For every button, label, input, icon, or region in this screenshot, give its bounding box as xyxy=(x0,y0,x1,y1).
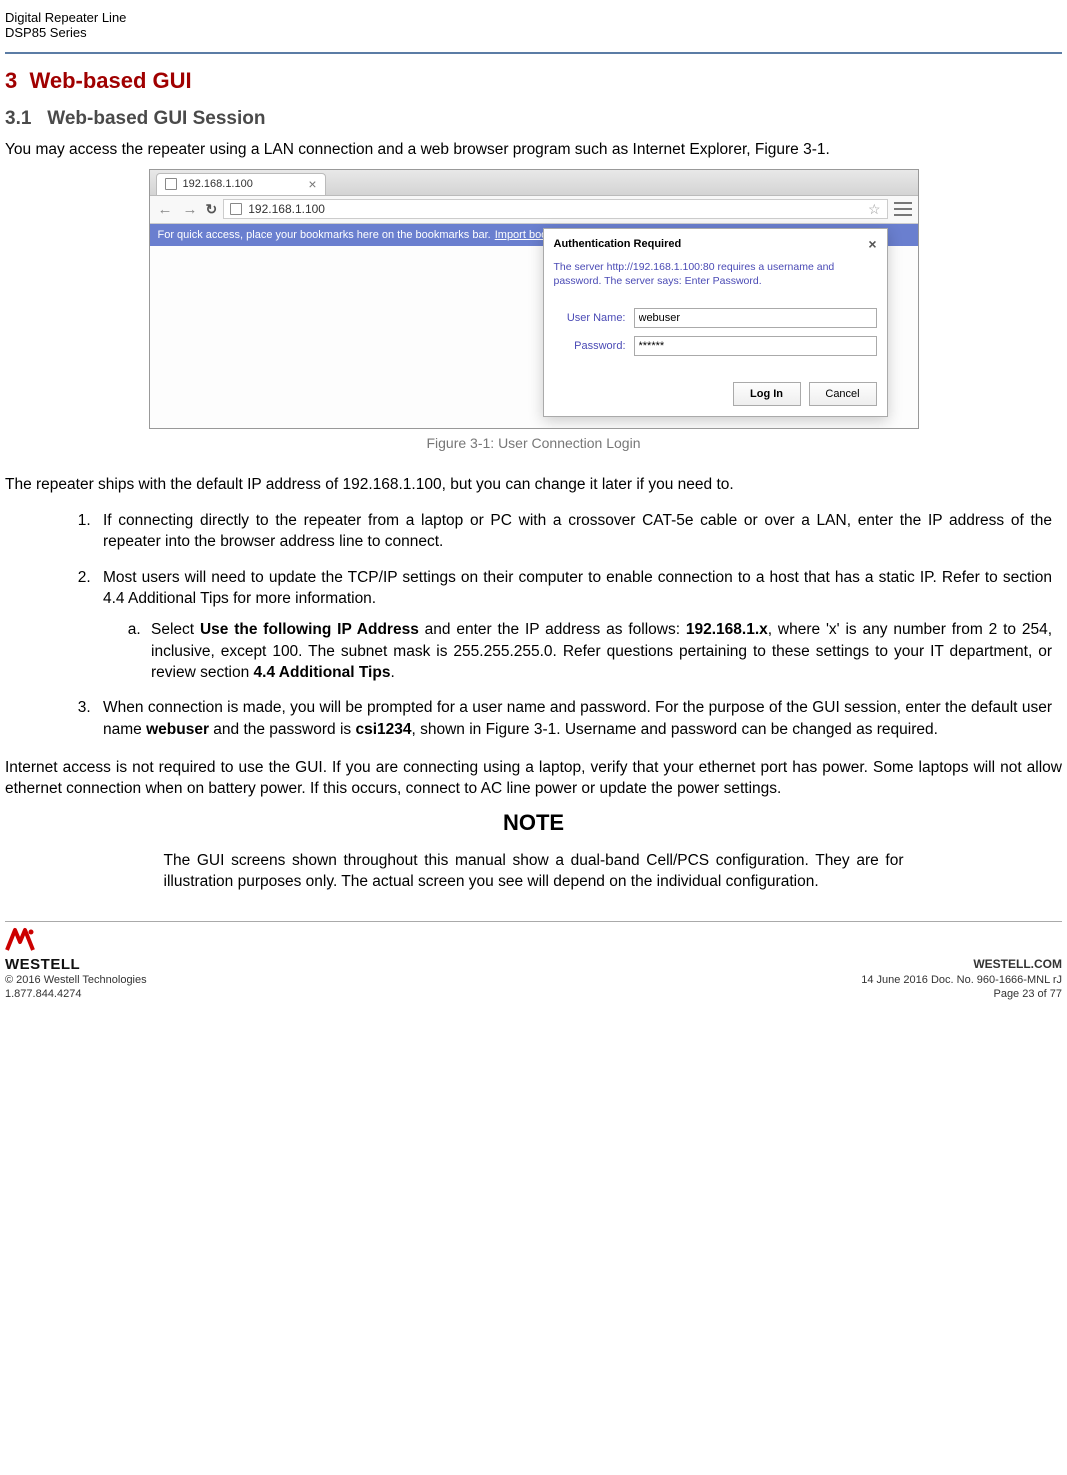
reload-icon[interactable]: ↻ xyxy=(206,201,218,218)
auth-buttons: Log In Cancel xyxy=(544,374,887,416)
note-title: NOTE xyxy=(5,810,1062,836)
logo-block: WESTELL xyxy=(5,926,147,973)
header-line-2: DSP85 Series xyxy=(5,25,1062,40)
h2-title: Web-based GUI Session xyxy=(47,108,265,129)
auth-title-row: Authentication Required × xyxy=(544,229,887,257)
header-line-1: Digital Repeater Line xyxy=(5,10,1062,25)
footer-site: WESTELL.COM xyxy=(861,957,1062,973)
page-header: Digital Repeater Line DSP85 Series xyxy=(5,10,1062,48)
list-item-2-text: Most users will need to update the TCP/I… xyxy=(103,569,1052,607)
login-button[interactable]: Log In xyxy=(733,382,801,406)
browser-nav-row: ← → ↻ 192.168.1.100 ☆ xyxy=(150,196,918,224)
footer-left: WESTELL © 2016 Westell Technologies 1.87… xyxy=(5,926,147,1002)
auth-close-icon[interactable]: × xyxy=(868,237,876,251)
li3-b2: csi1234 xyxy=(355,721,411,738)
auth-form: User Name: Password: xyxy=(544,294,887,374)
header-divider xyxy=(5,52,1062,54)
username-input[interactable] xyxy=(634,308,877,328)
tab-title: 192.168.1.100 xyxy=(183,178,253,190)
back-arrow-icon[interactable]: ← xyxy=(156,201,175,218)
bookmarks-text: For quick access, place your bookmarks h… xyxy=(158,229,491,241)
li2a-mid1: and enter the IP address as follows: xyxy=(419,621,686,638)
footer-right: WESTELL.COM 14 June 2016 Doc. No. 960-16… xyxy=(861,957,1062,1001)
li2a-pre: Select xyxy=(151,621,200,638)
figure-3-1: 192.168.1.100 × ← → ↻ 192.168.1.100 ☆ Fo… xyxy=(5,169,1062,429)
li2a-b2: 192.168.1.x xyxy=(686,621,768,638)
numbered-list: If connecting directly to the repeater f… xyxy=(95,510,1062,740)
bookmark-star-icon[interactable]: ☆ xyxy=(868,201,881,218)
page-footer: WESTELL © 2016 Westell Technologies 1.87… xyxy=(5,921,1062,1002)
url-text: 192.168.1.100 xyxy=(248,202,325,216)
li2a-b3: 4.4 Additional Tips xyxy=(254,664,391,681)
h1-title: Web-based GUI xyxy=(29,68,191,93)
auth-dialog: Authentication Required × The server htt… xyxy=(543,228,888,417)
h1-number: 3 xyxy=(5,68,17,93)
logo-mark-icon xyxy=(5,926,35,954)
page-icon xyxy=(165,178,177,190)
browser-tab[interactable]: 192.168.1.100 × xyxy=(156,173,326,195)
url-bar[interactable]: 192.168.1.100 ☆ xyxy=(223,199,887,219)
intro-paragraph: You may access the repeater using a LAN … xyxy=(5,140,1062,161)
figure-caption: Figure 3-1: User Connection Login xyxy=(5,435,1062,451)
footer-docinfo: 14 June 2016 Doc. No. 960-1666-MNL rJ xyxy=(861,973,1062,987)
url-page-icon xyxy=(230,203,242,215)
auth-title: Authentication Required xyxy=(554,238,682,250)
forward-arrow-icon[interactable]: → xyxy=(181,201,200,218)
auth-password-row: Password: xyxy=(554,336,877,356)
paragraph-internet: Internet access is not required to use t… xyxy=(5,758,1062,800)
li2a-b1: Use the following IP Address xyxy=(200,621,419,638)
auth-message: The server http://192.168.1.100:80 requi… xyxy=(544,257,887,294)
sublist: Select Use the following IP Address and … xyxy=(145,619,1052,683)
h2-number: 3.1 xyxy=(5,108,31,129)
li3-b1: webuser xyxy=(146,721,209,738)
auth-username-row: User Name: xyxy=(554,308,877,328)
list-item-2a: Select Use the following IP Address and … xyxy=(145,619,1052,683)
browser-window: 192.168.1.100 × ← → ↻ 192.168.1.100 ☆ Fo… xyxy=(149,169,919,429)
menu-icon[interactable] xyxy=(894,202,912,216)
li3-end: , shown in Figure 3-1. Username and pass… xyxy=(412,721,938,738)
section-heading-1: 3 Web-based GUI xyxy=(5,68,1062,94)
logo-text: WESTELL xyxy=(5,956,80,973)
list-item-1: If connecting directly to the repeater f… xyxy=(95,510,1052,553)
cancel-button[interactable]: Cancel xyxy=(809,382,877,406)
username-label: User Name: xyxy=(554,312,626,324)
tab-close-icon[interactable]: × xyxy=(308,177,316,191)
password-input[interactable] xyxy=(634,336,877,356)
li2a-end: . xyxy=(390,664,394,681)
note-body: The GUI screens shown throughout this ma… xyxy=(164,850,904,893)
list-item-3: When connection is made, you will be pro… xyxy=(95,697,1052,740)
password-label: Password: xyxy=(554,340,626,352)
footer-copyright: © 2016 Westell Technologies xyxy=(5,973,147,987)
list-item-2: Most users will need to update the TCP/I… xyxy=(95,567,1052,684)
paragraph-after-figure: The repeater ships with the default IP a… xyxy=(5,475,1062,496)
browser-tab-row: 192.168.1.100 × xyxy=(150,170,918,196)
footer-page: Page 23 of 77 xyxy=(861,987,1062,1001)
footer-phone: 1.877.844.4274 xyxy=(5,987,147,1001)
section-heading-2: 3.1 Web-based GUI Session xyxy=(5,108,1062,130)
li3-mid: and the password is xyxy=(209,721,355,738)
